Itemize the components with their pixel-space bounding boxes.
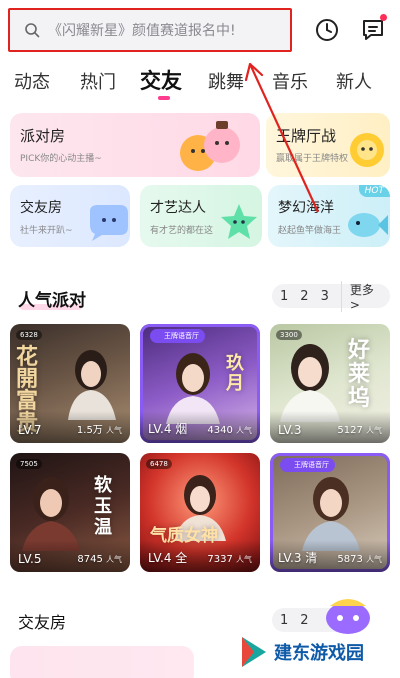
hot-badge: HOT xyxy=(358,185,390,197)
party-room-subtitle: PICK你的心动主播~ xyxy=(20,154,102,164)
tab-yinyue[interactable]: 音乐 xyxy=(272,68,308,94)
talent-card[interactable]: 才艺达人 有才艺的都在这 xyxy=(140,185,262,247)
friend-room-card-preview[interactable] xyxy=(10,646,194,678)
room-card[interactable]: 王牌语音厅 LV.3 清 5873 人气 xyxy=(270,453,390,572)
room-card[interactable]: 软玉温 7505 LV.5 8745 人气 xyxy=(10,453,130,572)
friend-room-section-title: 交友房 xyxy=(18,613,67,632)
message-unread-dot xyxy=(380,14,387,21)
page-1-button[interactable]: 1 xyxy=(280,289,288,304)
dream-ocean-title: 梦幻海洋 xyxy=(278,200,334,216)
tab-jiaoyou[interactable]: 交友 xyxy=(140,65,182,95)
page-2-button[interactable]: 2 xyxy=(300,613,308,628)
watermark: 建东游戏园 xyxy=(240,630,400,674)
room-popularity: 1.5万 人气 xyxy=(76,425,122,436)
friend-room-title: 交友房 xyxy=(20,200,62,216)
room-id-tag: 3300 xyxy=(276,330,302,340)
fish-mascot-icon xyxy=(348,213,388,237)
host-portrait-icon xyxy=(68,350,116,420)
room-level: LV.4 全 xyxy=(148,551,188,565)
room-card[interactable]: 气质女神 6478 LV.4 全 7337 人气 xyxy=(140,453,260,572)
host-portrait-icon xyxy=(280,344,340,422)
page-1-button[interactable]: 1 xyxy=(280,613,288,628)
tab-tiaowu[interactable]: 跳舞 xyxy=(208,68,244,94)
active-tab-indicator xyxy=(158,96,170,100)
history-clock-icon[interactable] xyxy=(315,18,339,42)
flower-mascot-icon xyxy=(350,133,384,167)
room-level: LV.3 xyxy=(278,423,302,437)
room-popularity: 4340 人气 xyxy=(207,425,252,436)
watermark-text: 建东游戏园 xyxy=(274,643,364,664)
popular-pager: 1 2 3 更多 > xyxy=(272,280,390,312)
tab-dongtai[interactable]: 动态 xyxy=(14,68,50,94)
watermark-logo-icon xyxy=(242,637,266,667)
room-card[interactable]: 花開富贵 6328 LV.7 1.5万 人气 xyxy=(10,324,130,443)
room-popularity: 5873 人气 xyxy=(337,554,382,565)
room-id-tag: 7505 xyxy=(16,459,42,469)
tab-xinren[interactable]: 新人 xyxy=(336,68,372,94)
talent-subtitle: 有才艺的都在这 xyxy=(150,226,214,236)
page-3-button[interactable]: 3 xyxy=(321,289,329,304)
room-popularity: 8745 人气 xyxy=(77,554,122,565)
category-tabs: 动态 热门 交友 跳舞 音乐 新人 xyxy=(0,58,400,102)
room-level: LV.4 烟 xyxy=(148,422,188,436)
popular-party-title: 人气派对 xyxy=(18,291,86,311)
king-battle-title: 王牌厅战 xyxy=(276,127,337,145)
room-level: LV.3 清 xyxy=(278,551,318,565)
party-room-card[interactable]: 派对房 PICK你的心动主播~ xyxy=(10,113,260,177)
page-2-button[interactable]: 2 xyxy=(300,289,308,304)
room-id-tag: 6328 xyxy=(16,330,42,340)
king-voice-room-badge: 王牌语音厅 xyxy=(280,458,335,472)
king-battle-card[interactable]: 王牌厅战 赢取属于王牌特权 xyxy=(266,113,390,177)
room-card[interactable]: 玖月 王牌语音厅 LV.4 烟 4340 人气 xyxy=(140,324,260,443)
king-voice-room-badge: 王牌语音厅 xyxy=(150,329,205,343)
dream-ocean-card[interactable]: 梦幻海洋 赵起鱼竿做海王 HOT xyxy=(268,185,390,247)
room-level: LV.7 xyxy=(18,423,42,437)
room-card[interactable]: 好莱坞 3300 LV.3 5127 人气 xyxy=(270,324,390,443)
more-button[interactable]: 更多 > xyxy=(340,280,390,312)
peach-mascot-icon xyxy=(180,121,240,171)
room-popularity: 5127 人气 xyxy=(337,425,382,436)
party-room-title: 派对房 xyxy=(20,127,66,145)
dream-ocean-subtitle: 赵起鱼竿做海王 xyxy=(278,226,342,236)
room-level: LV.5 xyxy=(18,552,42,566)
talent-title: 才艺达人 xyxy=(150,200,206,216)
friend-room-subtitle: 社牛来开趴~ xyxy=(20,226,73,236)
search-bar[interactable]: 《闪耀新星》颜值赛道报名中! xyxy=(8,8,292,52)
search-icon xyxy=(25,23,40,38)
friend-room-card[interactable]: 交友房 社牛来开趴~ xyxy=(10,185,130,247)
star-mascot-icon xyxy=(221,204,257,239)
room-cover-text: 好莱坞 xyxy=(348,337,371,411)
room-popularity: 7337 人气 xyxy=(207,554,252,565)
host-portrait-icon xyxy=(22,477,80,551)
top-bar: 《闪耀新星》颜值赛道报名中! xyxy=(0,0,400,58)
room-cover-text: 软玉温 xyxy=(94,475,112,538)
king-battle-subtitle: 赢取属于王牌特权 xyxy=(276,154,349,164)
search-placeholder: 《闪耀新星》颜值赛道报名中! xyxy=(48,23,236,39)
tab-remen[interactable]: 热门 xyxy=(80,68,116,94)
chat-bubble-mascot-icon xyxy=(90,205,128,241)
room-id-tag: 6478 xyxy=(146,459,172,469)
